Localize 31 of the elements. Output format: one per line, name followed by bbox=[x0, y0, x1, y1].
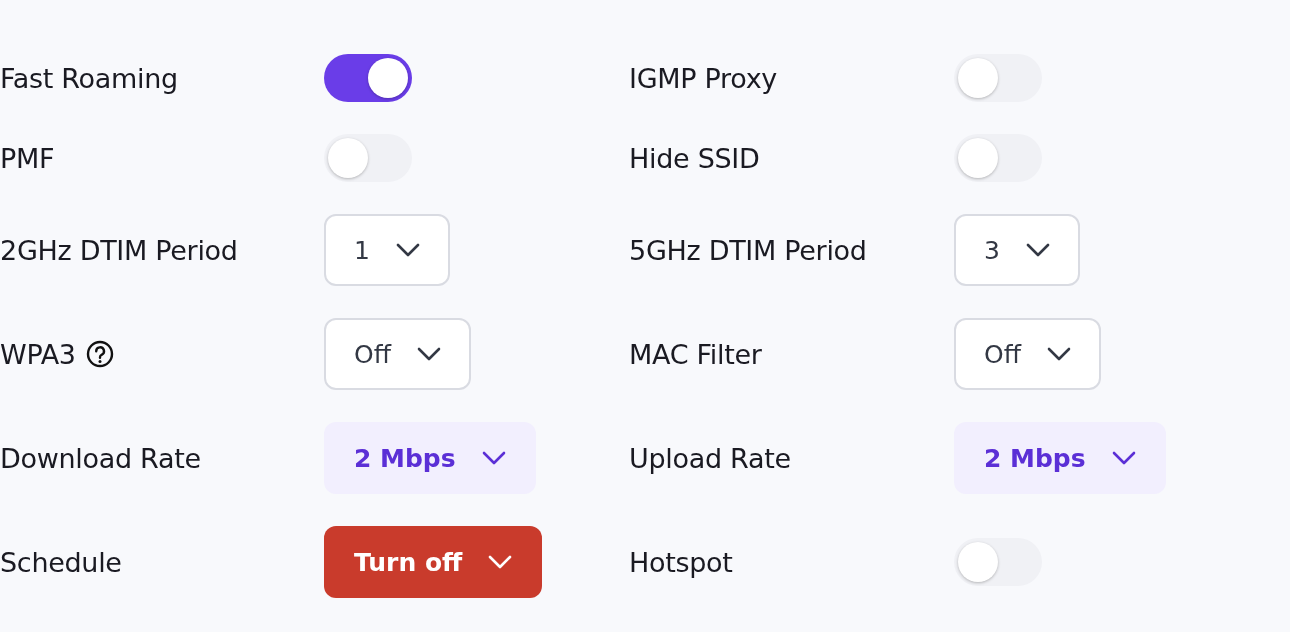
setting-label: MAC Filter bbox=[629, 338, 762, 370]
toggle-switch[interactable] bbox=[954, 54, 1042, 102]
setting-label: PMF bbox=[0, 142, 55, 174]
caret-icon bbox=[1046, 347, 1071, 361]
setting-label: Hotspot bbox=[629, 546, 733, 578]
dropdown[interactable]: 3 bbox=[954, 214, 1080, 286]
setting-label: 5GHz DTIM Period bbox=[629, 234, 867, 266]
toggle-switch[interactable] bbox=[954, 134, 1042, 182]
dropdown[interactable]: 2 Mbps bbox=[324, 422, 536, 494]
setting-label: Hide SSID bbox=[629, 142, 760, 174]
dropdown[interactable]: 2 Mbps bbox=[954, 422, 1166, 494]
dropdown[interactable]: Turn off bbox=[324, 526, 543, 598]
caret-icon bbox=[1111, 451, 1136, 465]
setting-label: IGMP Proxy bbox=[629, 62, 777, 94]
setting-label: WPA3 bbox=[0, 338, 76, 370]
caret-icon bbox=[395, 243, 420, 257]
dropdown[interactable]: Off bbox=[324, 318, 471, 390]
setting-label: Fast Roaming bbox=[0, 62, 178, 94]
caret-icon bbox=[416, 347, 441, 361]
caret-icon bbox=[1025, 243, 1050, 257]
toggle-switch[interactable] bbox=[324, 54, 412, 102]
setting-label: Upload Rate bbox=[629, 442, 791, 474]
caret-icon bbox=[481, 451, 506, 465]
caret-icon bbox=[488, 555, 513, 569]
dropdown[interactable]: Off bbox=[954, 318, 1101, 390]
setting-label: Download Rate bbox=[0, 442, 201, 474]
setting-label: 2GHz DTIM Period bbox=[0, 234, 238, 266]
toggle-switch[interactable] bbox=[324, 134, 412, 182]
toggle-switch[interactable] bbox=[954, 538, 1042, 586]
dropdown[interactable]: 1 bbox=[324, 214, 450, 286]
setting-label: Schedule bbox=[0, 546, 122, 578]
